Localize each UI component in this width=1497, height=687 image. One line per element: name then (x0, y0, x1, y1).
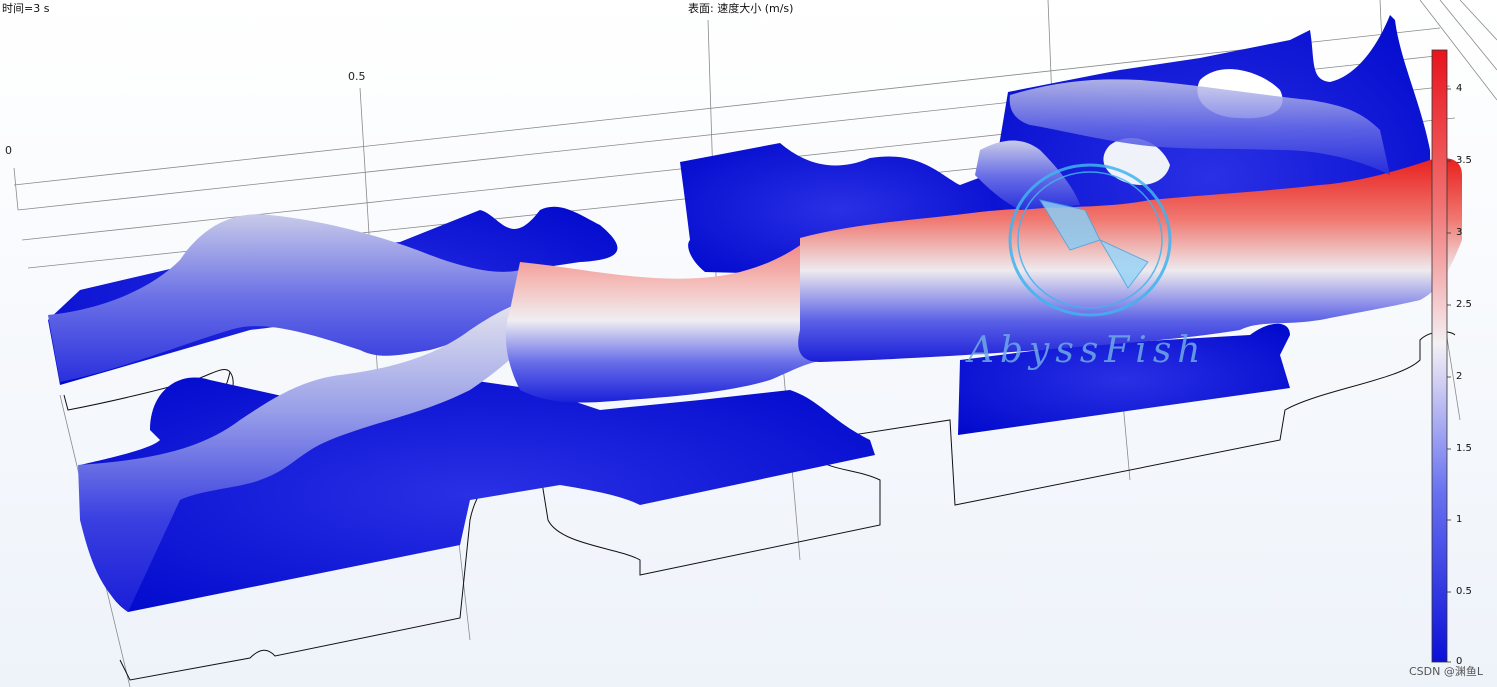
axis-tick-label: 0.5 (348, 70, 366, 83)
colorbar-tick-label: 2 (1456, 371, 1463, 382)
colorbar (1431, 49, 1451, 663)
axis-tick-label: 0 (5, 144, 12, 157)
colorbar-tick-label: 1.5 (1456, 443, 1472, 454)
plot-surface-svg[interactable] (0, 0, 1497, 687)
colorbar-tick-label: 1 (1456, 514, 1463, 525)
sheet-left-lower (80, 377, 875, 612)
colorbar-tick-label: 3 (1456, 227, 1463, 238)
surface-title: 表面: 速度大小 (m/s) (688, 2, 794, 15)
credit-label: CSDN @渊鱼L (1409, 665, 1483, 678)
colorbar-tick-label: 3.5 (1456, 155, 1472, 166)
colorbar-tick-label: 2.5 (1456, 299, 1472, 310)
plot-canvas[interactable]: 时间=3 s 表面: 速度大小 (m/s) 0 0.5 4 3.5 3 2.5 … (0, 0, 1497, 687)
watermark-text: AbyssFish (968, 330, 1207, 371)
colorbar-tick-label: 4 (1456, 83, 1463, 94)
colorbar-tick-label: 0.5 (1456, 586, 1472, 597)
time-label: 时间=3 s (2, 2, 50, 15)
